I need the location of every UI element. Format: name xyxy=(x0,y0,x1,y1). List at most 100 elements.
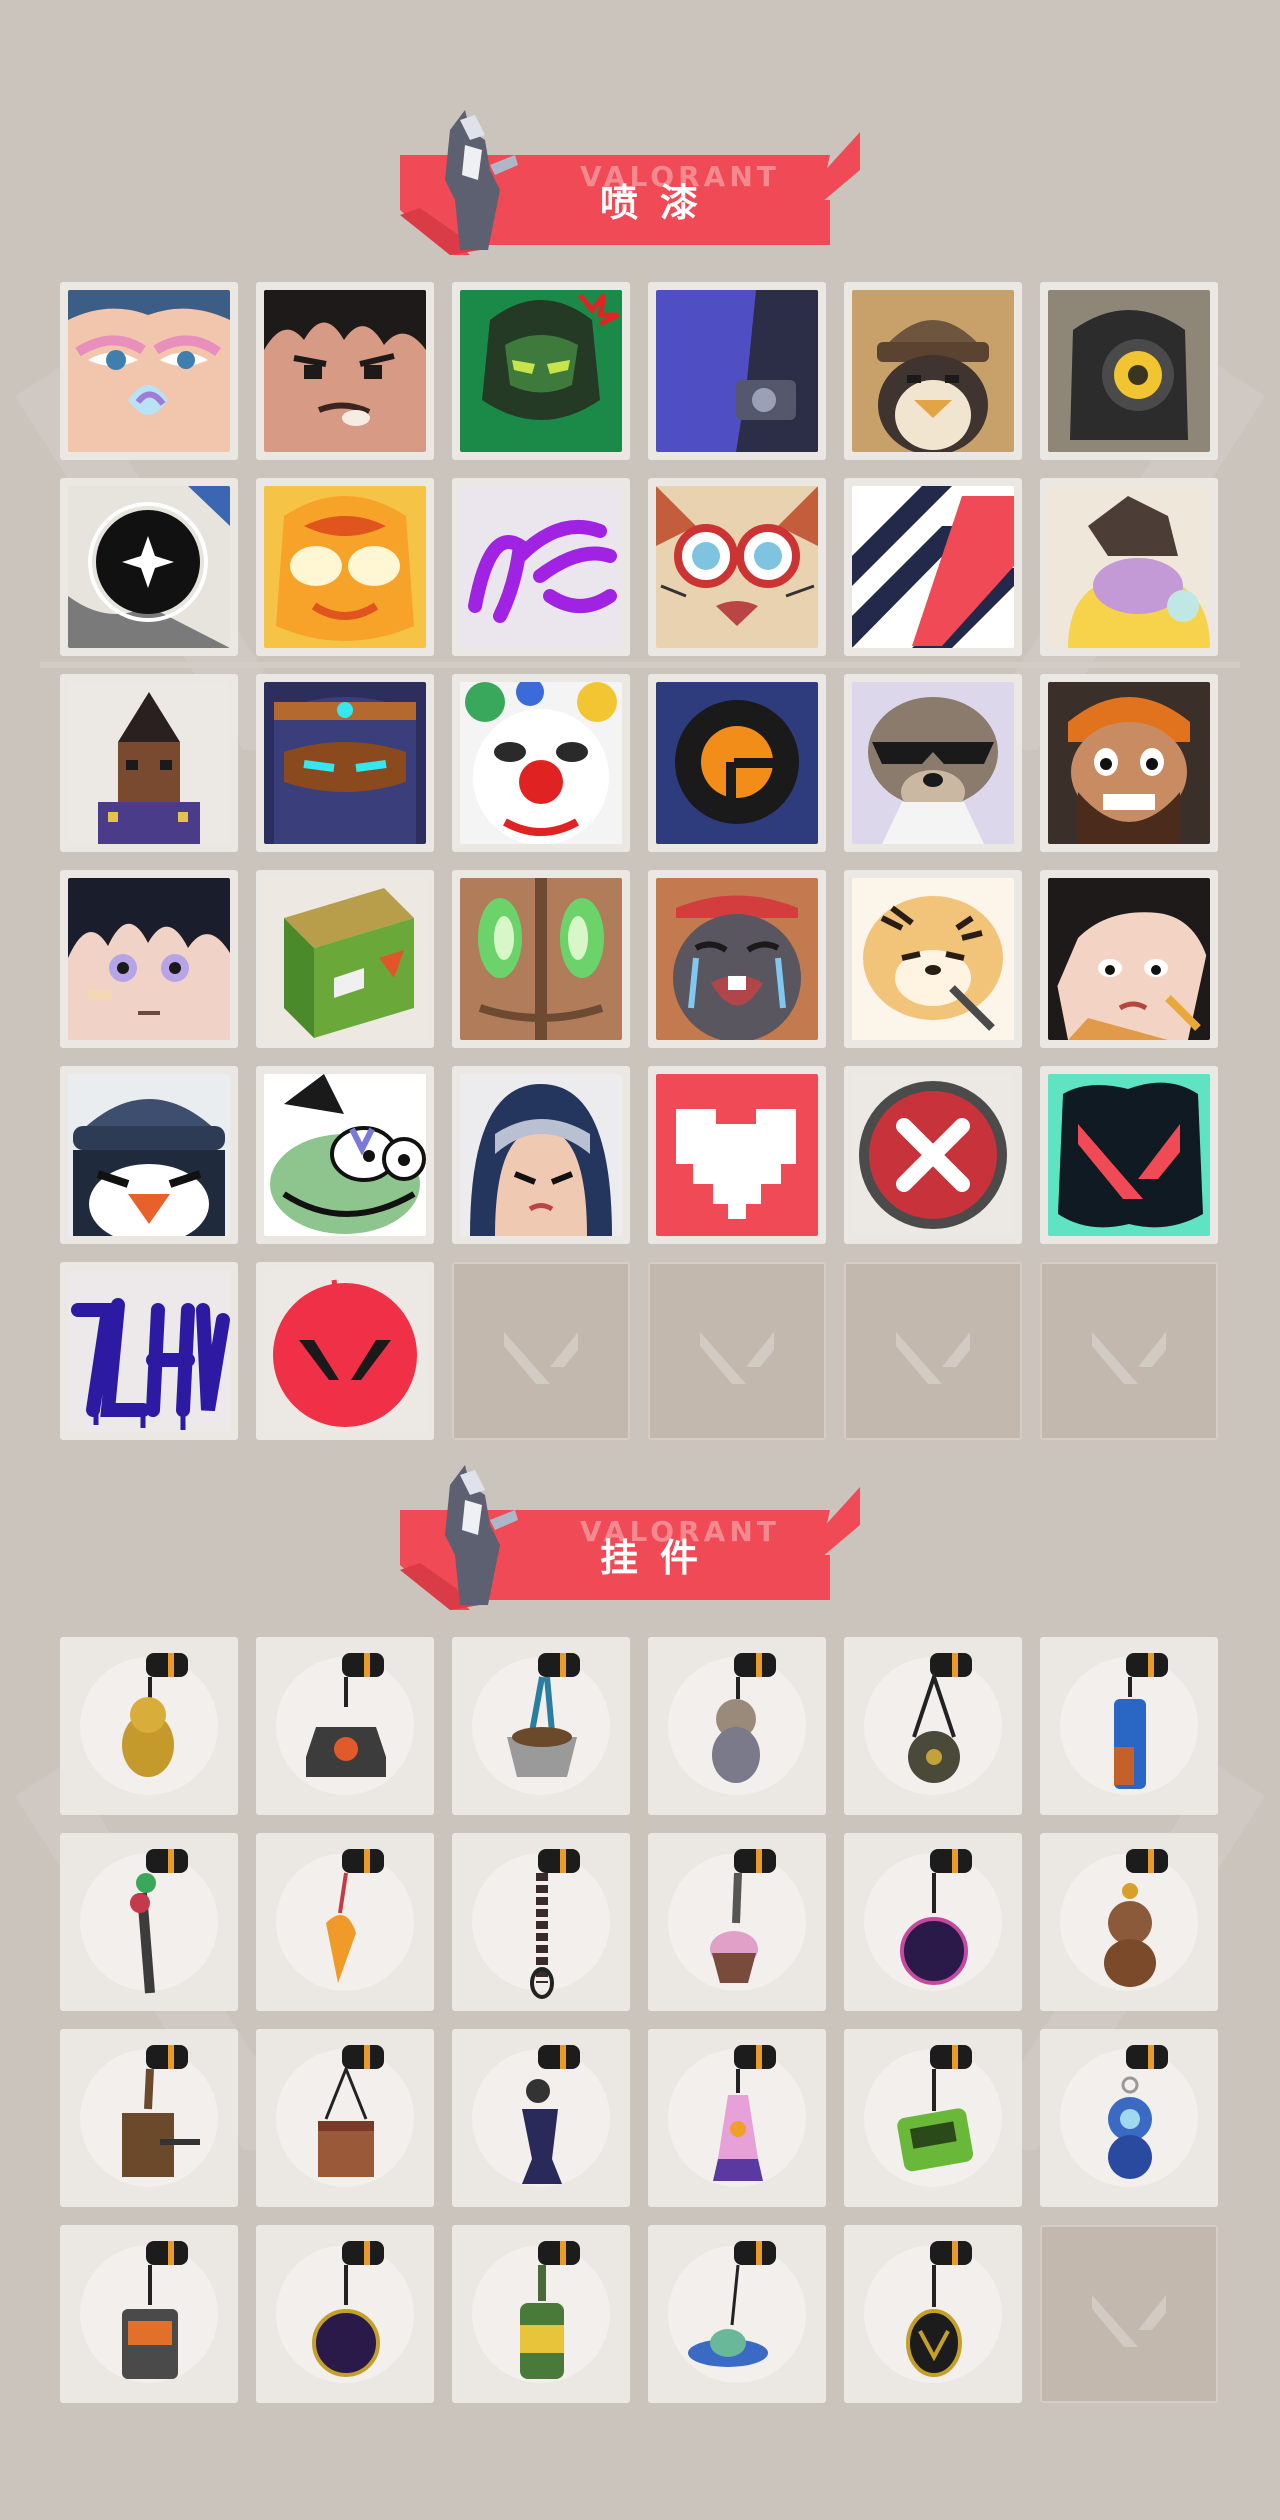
empty-spray-slot[interactable] xyxy=(844,1262,1022,1440)
spray-tile[interactable] xyxy=(256,478,434,656)
spray-tile[interactable] xyxy=(648,1066,826,1244)
charm-tile[interactable] xyxy=(1040,1637,1218,1815)
ufo-charm-icon xyxy=(688,2241,776,2367)
green-soldier-icon xyxy=(460,290,622,452)
spray-grid xyxy=(60,282,1220,1440)
spray-tile[interactable] xyxy=(1040,478,1218,656)
spray-tile[interactable] xyxy=(452,870,630,1048)
spray-tile[interactable] xyxy=(844,282,1022,460)
charm-tile[interactable] xyxy=(60,2225,238,2403)
valorant-logo-icon xyxy=(1092,1332,1166,1384)
spray-tile[interactable] xyxy=(648,870,826,1048)
box-charm-icon xyxy=(318,2045,384,2177)
clown-face-icon xyxy=(460,682,622,844)
gold-cat-charm-icon xyxy=(122,1653,188,1777)
chainsaw-charm-icon xyxy=(130,1849,188,1994)
hooded-girl-icon xyxy=(460,1074,622,1236)
spray-tile[interactable] xyxy=(1040,870,1218,1048)
spray-tile[interactable] xyxy=(452,282,630,460)
spray-tile[interactable] xyxy=(452,674,630,852)
spray-tile[interactable] xyxy=(844,478,1022,656)
charm-tile[interactable] xyxy=(60,2029,238,2207)
empty-spray-slot[interactable] xyxy=(648,1262,826,1440)
blue-robot-charm-icon xyxy=(1108,2045,1168,2179)
sparkle-icon xyxy=(68,486,230,648)
charm-tile[interactable] xyxy=(648,1637,826,1815)
pixel-warrior-icon xyxy=(68,682,230,844)
valorant-logo-icon xyxy=(896,1332,970,1384)
green-eyes-icon xyxy=(460,878,622,1040)
spray-tile[interactable] xyxy=(256,1262,434,1440)
spray-tile[interactable] xyxy=(648,674,826,852)
spray-tile[interactable] xyxy=(256,870,434,1048)
spray-tile[interactable] xyxy=(60,870,238,1048)
spray-tile[interactable] xyxy=(648,478,826,656)
spray-tile[interactable] xyxy=(1040,1066,1218,1244)
teddy-bear-charm-icon xyxy=(1104,1849,1168,1987)
red-v-icon xyxy=(264,1270,426,1432)
valorant-coin-charm-icon xyxy=(906,2241,972,2377)
round-bag-charm-icon xyxy=(908,1653,972,1783)
charm-tile[interactable] xyxy=(256,1637,434,1815)
charm-tile[interactable] xyxy=(844,1637,1022,1815)
charm-tile[interactable] xyxy=(452,1833,630,2011)
charm-tile[interactable] xyxy=(60,1833,238,2011)
cupcake-charm-icon xyxy=(710,1849,776,1983)
charm-tile[interactable] xyxy=(452,2225,630,2403)
ep9-purple-medal-charm-icon xyxy=(312,2241,384,2377)
charm-tile[interactable] xyxy=(452,2029,630,2207)
charm-tile[interactable] xyxy=(648,2029,826,2207)
top-hat-icon xyxy=(656,682,818,844)
purple-graffiti-icon xyxy=(460,486,622,648)
spray-tile[interactable] xyxy=(256,674,434,852)
charm-tile[interactable] xyxy=(844,2225,1022,2403)
figure-charm-icon xyxy=(522,2045,580,2184)
spray-tile[interactable] xyxy=(844,1066,1022,1244)
astronaut-cat-charm-icon xyxy=(712,1653,776,1783)
charm-tile[interactable] xyxy=(844,1833,1022,2011)
empty-charm-slot[interactable] xyxy=(1040,2225,1218,2403)
rope-knot-charm-icon xyxy=(530,1849,580,1999)
charm-tile[interactable] xyxy=(256,2225,434,2403)
spray-tile[interactable] xyxy=(60,1262,238,1440)
spray-tile[interactable] xyxy=(1040,282,1218,460)
spray-tile[interactable] xyxy=(256,1066,434,1244)
spray-tile[interactable] xyxy=(60,1066,238,1244)
lava-lamp-charm-icon xyxy=(713,2045,776,2181)
spray-tile[interactable] xyxy=(1040,674,1218,852)
spray-tile[interactable] xyxy=(844,870,1022,1048)
charm-tile[interactable] xyxy=(648,2225,826,2403)
brown-device-charm-icon xyxy=(122,2045,200,2177)
charm-tile[interactable] xyxy=(844,2029,1022,2207)
spray-tile[interactable] xyxy=(452,478,630,656)
ep9-medal-charm-icon xyxy=(900,1849,972,1985)
spray-tile[interactable] xyxy=(452,1066,630,1244)
pager-charm-icon xyxy=(897,2045,974,2172)
spray-tile[interactable] xyxy=(256,282,434,460)
charm-tile[interactable] xyxy=(1040,2029,1218,2207)
camera-drone-charm-icon xyxy=(306,1653,386,1777)
charm-tile[interactable] xyxy=(1040,1833,1218,2011)
charm-tile[interactable] xyxy=(256,1833,434,2011)
chevron-logo-icon xyxy=(852,486,1014,648)
empty-spray-slot[interactable] xyxy=(452,1262,630,1440)
angry-boy-icon xyxy=(264,290,426,452)
charm-tile[interactable] xyxy=(256,2029,434,2207)
green-crate-icon xyxy=(264,878,426,1040)
charm-tile[interactable] xyxy=(648,1833,826,2011)
spray-tile[interactable] xyxy=(60,478,238,656)
spray-tile[interactable] xyxy=(60,674,238,852)
sprays-section-header: VALORANT 喷漆 xyxy=(390,110,870,255)
bandaged-boy-icon xyxy=(68,878,230,1040)
charms-section-header: VALORANT 挂件 xyxy=(390,1465,870,1610)
charm-grid xyxy=(60,1637,1220,2403)
empty-spray-slot[interactable] xyxy=(1040,1262,1218,1440)
spray-tile[interactable] xyxy=(844,674,1022,852)
teacup-charm-icon xyxy=(507,1653,580,1777)
charm-tile[interactable] xyxy=(60,1637,238,1815)
charms-title: 挂件 xyxy=(599,1536,720,1580)
spray-tile[interactable] xyxy=(648,282,826,460)
charm-tile[interactable] xyxy=(452,1637,630,1815)
valorant-logo-icon xyxy=(700,1332,774,1384)
spray-tile[interactable] xyxy=(60,282,238,460)
